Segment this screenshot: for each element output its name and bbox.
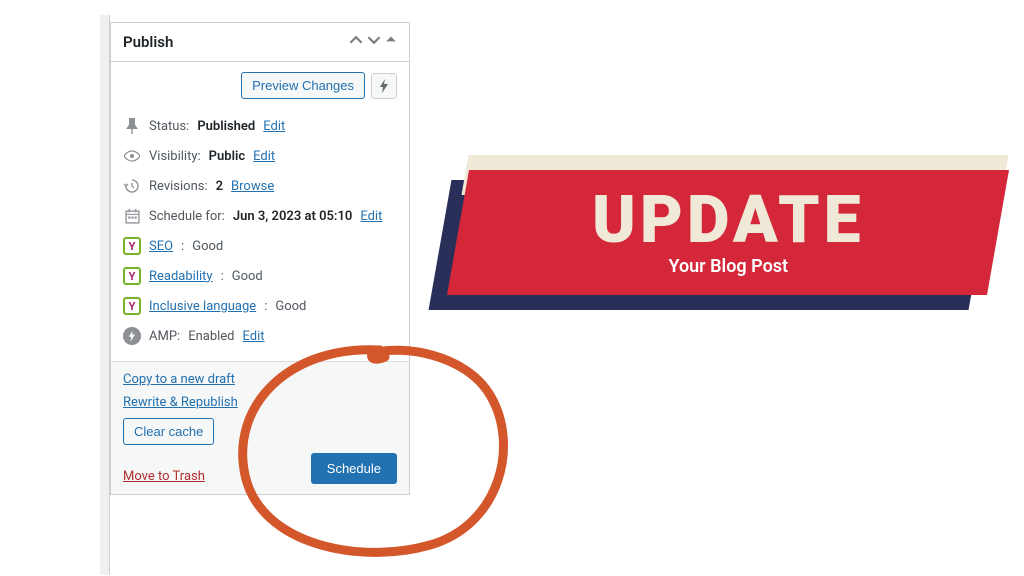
footer-links: Copy to a new draft Rewrite & Republish … (123, 372, 397, 445)
readability-row: Y Readability: Good (123, 261, 397, 291)
panel-controls (349, 33, 397, 51)
eye-icon (123, 147, 141, 165)
visibility-value: Public (209, 149, 245, 164)
clear-cache-button[interactable]: Clear cache (123, 418, 214, 445)
seo-row: Y SEO: Good (123, 231, 397, 261)
schedule-edit-link[interactable]: Edit (360, 209, 382, 224)
rewrite-republish-link[interactable]: Rewrite & Republish (123, 395, 397, 410)
schedule-label: Schedule for: (149, 209, 225, 224)
schedule-button[interactable]: Schedule (311, 453, 397, 484)
status-row: Status: Published Edit (123, 111, 397, 141)
schedule-value: Jun 3, 2023 at 05:10 (233, 209, 352, 224)
revisions-row: Revisions: 2 Browse (123, 171, 397, 201)
banner-main: UPDATE Your Blog Post (447, 170, 1009, 295)
visibility-label: Visibility: (149, 149, 201, 164)
meta-list: Status: Published Edit Visibility: Publi… (111, 109, 409, 361)
lightning-icon[interactable] (371, 73, 397, 99)
amp-icon (123, 327, 141, 345)
panel-footer: Copy to a new draft Rewrite & Republish … (111, 361, 409, 494)
yoast-icon: Y (123, 267, 141, 285)
status-label: Status: (149, 119, 189, 134)
yoast-icon: Y (123, 297, 141, 315)
caret-up-icon[interactable] (385, 33, 397, 51)
inclusive-link[interactable]: Inclusive language (149, 299, 256, 314)
visibility-row: Visibility: Public Edit (123, 141, 397, 171)
publish-metabox: Publish Preview Changes Status: Publishe… (110, 22, 410, 495)
copy-draft-link[interactable]: Copy to a new draft (123, 372, 397, 387)
amp-label: AMP: (149, 329, 180, 344)
inclusive-value: Good (275, 299, 306, 314)
seo-value: Good (192, 239, 223, 254)
status-edit-link[interactable]: Edit (263, 119, 285, 134)
seo-link[interactable]: SEO (149, 239, 173, 254)
amp-value: Enabled (188, 329, 234, 344)
inclusive-row: Y Inclusive language: Good (123, 291, 397, 321)
sidebar-strip (100, 15, 110, 575)
visibility-edit-link[interactable]: Edit (253, 149, 275, 164)
calendar-icon (123, 207, 141, 225)
chevron-up-icon[interactable] (349, 33, 363, 51)
readability-link[interactable]: Readability (149, 269, 213, 284)
preview-row: Preview Changes (111, 62, 409, 109)
revisions-label: Revisions: (149, 179, 208, 194)
footer-bottom: Move to Trash Schedule (123, 453, 397, 484)
schedule-row: Schedule for: Jun 3, 2023 at 05:10 Edit (123, 201, 397, 231)
preview-changes-button[interactable]: Preview Changes (241, 72, 365, 99)
banner-title: UPDATE (592, 188, 865, 254)
revisions-value: 2 (216, 179, 223, 194)
yoast-icon: Y (123, 237, 141, 255)
pin-icon (123, 117, 141, 135)
move-to-trash-link[interactable]: Move to Trash (123, 469, 205, 484)
amp-row: AMP: Enabled Edit (123, 321, 397, 351)
status-value: Published (197, 119, 255, 134)
readability-value: Good (232, 269, 263, 284)
banner-subtitle: Your Blog Post (592, 256, 865, 277)
panel-header: Publish (111, 23, 409, 62)
revisions-browse-link[interactable]: Browse (231, 179, 274, 194)
chevron-down-icon[interactable] (367, 33, 381, 51)
panel-title: Publish (123, 33, 173, 51)
history-icon (123, 177, 141, 195)
amp-edit-link[interactable]: Edit (243, 329, 265, 344)
